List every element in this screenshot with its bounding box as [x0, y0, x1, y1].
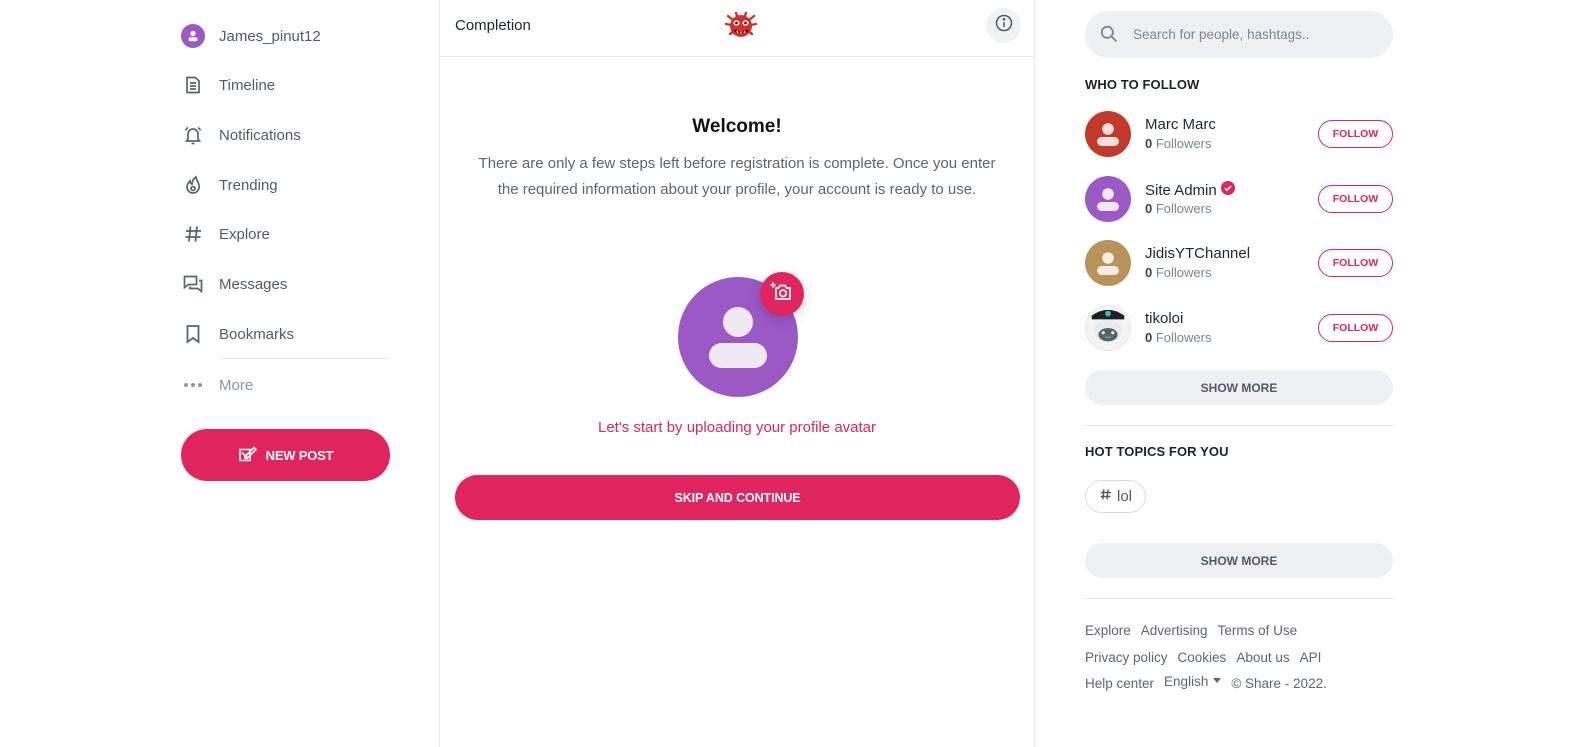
bookmark-icon: [181, 322, 205, 346]
user-avatar: [181, 24, 205, 48]
footer-link-api[interactable]: API: [1300, 650, 1322, 665]
welcome-title: Welcome!: [692, 116, 782, 137]
footer-link-help[interactable]: Help center: [1085, 676, 1154, 691]
search-icon: [1099, 24, 1119, 44]
search-input[interactable]: [1133, 11, 1383, 58]
footer-link-explore[interactable]: Explore: [1085, 623, 1131, 638]
suggestion-followers: 0 Followers: [1145, 330, 1212, 345]
sidebar-item-more[interactable]: More: [181, 370, 253, 400]
show-more-users-button[interactable]: SHOW MORE: [1085, 370, 1393, 405]
camera-add-icon: [769, 280, 795, 309]
chat-icon: [181, 272, 205, 296]
avatar[interactable]: [1085, 111, 1131, 157]
section-divider: [1085, 425, 1393, 426]
welcome-description: There are only a few steps left before r…: [478, 155, 996, 198]
sidebar-item-label: Trending: [219, 176, 278, 194]
follow-suggestion: tikoloi 0 Followers FOLLOW: [1085, 305, 1393, 351]
upload-avatar-button[interactable]: [760, 272, 804, 316]
sidebar-divider: [219, 358, 390, 359]
footer-links-row: Privacy policy Cookies About us API: [1085, 650, 1321, 665]
sidebar-item-label: Timeline: [219, 76, 276, 94]
sidebar-item-label: More: [219, 376, 254, 394]
info-icon: [995, 14, 1013, 37]
suggestion-followers: 0 Followers: [1145, 136, 1212, 151]
main-column: Completion Welcome! There are only a few…: [439, 0, 1035, 747]
sidebar-item-label: Explore: [219, 225, 270, 243]
suggestion-name[interactable]: JidisYTChannel: [1145, 245, 1250, 262]
sidebar-item-profile[interactable]: James_pinut12: [181, 21, 321, 51]
flame-icon: [181, 173, 205, 197]
section-divider: [1085, 598, 1393, 599]
follow-suggestion: Site Admin 0 Followers FOLLOW: [1085, 176, 1393, 222]
copyright-text: © Share - 2022.: [1231, 676, 1327, 691]
footer-link-privacy[interactable]: Privacy policy: [1085, 650, 1168, 665]
info-button[interactable]: [986, 8, 1021, 43]
page-title: Completion: [455, 17, 531, 34]
suggestion-name[interactable]: Marc Marc: [1145, 116, 1216, 133]
footer-link-cookies[interactable]: Cookies: [1178, 650, 1227, 665]
compose-icon: [238, 445, 258, 466]
who-to-follow-title: WHO TO FOLLOW: [1085, 77, 1200, 92]
verified-badge-icon: [1220, 181, 1235, 199]
sidebar-item-explore[interactable]: Explore: [181, 219, 270, 249]
suggestion-followers: 0 Followers: [1145, 201, 1212, 216]
more-dots-icon: [181, 373, 205, 397]
sidebar-item-trending[interactable]: Trending: [181, 170, 278, 200]
main-header: Completion: [440, 0, 1034, 57]
sidebar-username: James_pinut12: [219, 27, 321, 45]
footer-link-about[interactable]: About us: [1236, 650, 1289, 665]
language-selector[interactable]: English: [1164, 674, 1222, 689]
search-box[interactable]: [1085, 11, 1393, 58]
sidebar-item-messages[interactable]: Messages: [181, 269, 287, 299]
upload-avatar-prompt[interactable]: Let's start by uploading your profile av…: [440, 419, 1034, 436]
sidebar-item-bookmarks[interactable]: Bookmarks: [181, 319, 294, 349]
show-more-topics-button[interactable]: SHOW MORE: [1085, 543, 1393, 578]
topic-label: lol: [1117, 488, 1133, 505]
footer-links-row: Explore Advertising Terms of Use: [1085, 623, 1297, 638]
skip-and-continue-button[interactable]: SKIP AND CONTINUE: [455, 475, 1020, 520]
follow-suggestion: Marc Marc 0 Followers FOLLOW: [1085, 111, 1393, 157]
sidebar-item-notifications[interactable]: Notifications: [181, 120, 301, 150]
footer-links-row: Help center English © Share - 2022.: [1085, 674, 1327, 691]
follow-button[interactable]: FOLLOW: [1318, 185, 1393, 213]
sidebar-item-timeline[interactable]: Timeline: [181, 70, 275, 100]
caret-down-icon: [1213, 678, 1222, 683]
suggestion-name[interactable]: Site Admin: [1145, 181, 1235, 199]
suggestion-followers: 0 Followers: [1145, 265, 1212, 280]
new-post-label: NEW POST: [265, 447, 334, 463]
follow-button[interactable]: FOLLOW: [1318, 249, 1393, 277]
avatar[interactable]: [1085, 176, 1131, 222]
sidebar-item-label: Messages: [219, 275, 288, 293]
avatar[interactable]: [1085, 305, 1131, 351]
follow-button[interactable]: FOLLOW: [1318, 314, 1393, 342]
follow-suggestion: JidisYTChannel 0 Followers FOLLOW: [1085, 240, 1393, 286]
hot-topics-title: HOT TOPICS FOR YOU: [1085, 444, 1229, 459]
hashtag-icon: [1099, 488, 1112, 505]
suggestion-name[interactable]: tikoloi: [1145, 310, 1183, 327]
avatar[interactable]: [1085, 240, 1131, 286]
new-post-button[interactable]: NEW POST: [181, 429, 390, 481]
hashtag-icon: [181, 222, 205, 246]
sidebar-item-label: Bookmarks: [219, 325, 295, 343]
footer-link-terms[interactable]: Terms of Use: [1218, 623, 1298, 638]
site-logo[interactable]: [724, 10, 758, 42]
timeline-icon: [181, 73, 205, 97]
footer-link-advertising[interactable]: Advertising: [1141, 623, 1208, 638]
follow-button[interactable]: FOLLOW: [1318, 120, 1393, 148]
sidebar-item-label: Notifications: [219, 126, 301, 144]
topic-tag[interactable]: lol: [1085, 480, 1147, 513]
bell-icon: [181, 123, 205, 147]
